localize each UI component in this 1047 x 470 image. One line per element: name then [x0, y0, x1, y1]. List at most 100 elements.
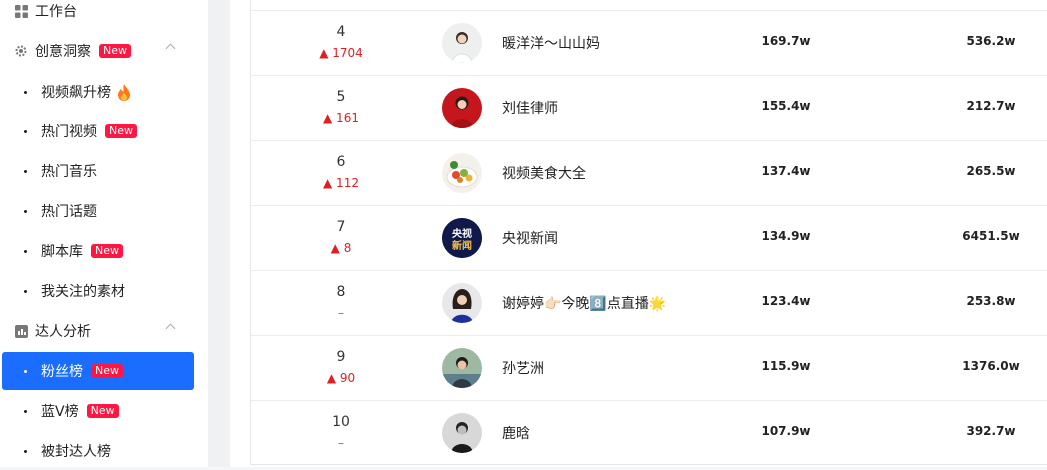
bullet	[24, 169, 27, 173]
influencer-name[interactable]: 央视新闻	[502, 228, 558, 248]
rank-number: 6	[336, 154, 346, 170]
avatar[interactable]	[442, 413, 482, 453]
fans-increase: 169.7w	[761, 34, 811, 48]
svg-text:央视: 央视	[452, 227, 472, 240]
fans-increase: 107.9w	[761, 424, 811, 438]
fans-total: 1376.0w	[962, 359, 1020, 373]
influencer-name[interactable]: 孙艺洲	[502, 358, 544, 378]
fans-total: 265.5w	[966, 164, 1016, 178]
rank-change: ▲ 90	[326, 371, 356, 385]
influencer-name[interactable]: 刘佳律师	[502, 98, 558, 118]
table-row[interactable]: 4 ▲ 1704 暖洋洋～山山妈 169.7w 536.2w	[251, 10, 1047, 75]
sidebar-item-hot-videos[interactable]: 热门视频 New	[0, 112, 208, 150]
sidebar: 工作台 创意洞察 New 视频飙升榜 热门视频 New 热门音乐 热门话题 脚本…	[0, 0, 208, 467]
fans-increase: 137.4w	[761, 164, 811, 178]
rank-number: 10	[332, 414, 350, 430]
table-row[interactable]: 5 ▲ 161 刘佳律师 155.4w 212.7w	[251, 75, 1047, 140]
bullet	[24, 289, 27, 293]
fans-increase: 115.9w	[761, 359, 811, 373]
rank-change: ▲ 8	[330, 241, 352, 255]
sidebar-item-followed-materials[interactable]: 我关注的素材	[0, 272, 208, 310]
sidebar-item-script-library[interactable]: 脚本库 New	[0, 232, 208, 270]
influencer-name[interactable]: 暖洋洋～山山妈	[502, 33, 600, 53]
influencer-name[interactable]: 谢婷婷👉🏻今晚8️⃣点直播🌟	[502, 293, 666, 313]
rank-number: 7	[336, 219, 346, 235]
sidebar-group-label: 达人分析	[35, 324, 91, 340]
grid-icon	[14, 4, 28, 18]
sidebar-item-label: 我关注的素材	[41, 284, 125, 300]
rank-change: ▲ 1704	[319, 46, 363, 60]
chevron-up-icon[interactable]	[165, 43, 176, 54]
sidebar-item-video-surge[interactable]: 视频飙升榜	[0, 73, 208, 111]
rank-change: –	[338, 436, 344, 450]
rank-number: 4	[336, 24, 346, 40]
fans-total: 392.7w	[966, 424, 1016, 438]
avatar[interactable]	[442, 23, 482, 63]
bullet	[24, 249, 27, 253]
sidebar-item-hot-topics[interactable]: 热门话题	[0, 192, 208, 230]
ranking-table: 4 ▲ 1704 暖洋洋～山山妈 169.7w 536.2w 5 ▲ 161 刘…	[250, 0, 1047, 465]
sidebar-item-label: 蓝V榜	[41, 404, 79, 420]
sidebar-item-label: 被封达人榜	[41, 444, 111, 460]
avatar[interactable]	[442, 88, 482, 128]
rank-change: ▲ 112	[323, 176, 359, 190]
gear-icon	[14, 44, 28, 58]
fire-icon	[117, 83, 131, 101]
avatar[interactable]	[442, 348, 482, 388]
rank-number: 9	[336, 349, 346, 365]
table-row[interactable]: 8 – 谢婷婷👉🏻今晚8️⃣点直播🌟 123.4w 253.8w	[251, 270, 1047, 335]
chart-box-icon	[14, 324, 28, 338]
fans-increase: 134.9w	[761, 229, 811, 243]
fans-total: 536.2w	[966, 34, 1016, 48]
sidebar-group-creative-insight[interactable]: 创意洞察 New	[0, 32, 208, 70]
rank-change: –	[338, 306, 344, 320]
new-badge: New	[86, 404, 119, 418]
table-row[interactable]: 6 ▲ 112 视频美食大全 137.4w 265.5w	[251, 140, 1047, 205]
rank-number: 5	[336, 89, 346, 105]
sidebar-item-hot-music[interactable]: 热门音乐	[0, 152, 208, 190]
new-badge: New	[91, 364, 123, 378]
fans-total: 6451.5w	[962, 229, 1020, 243]
sidebar-item-label: 脚本库	[41, 244, 83, 260]
rank-change: ▲ 161	[323, 111, 359, 125]
new-badge: New	[99, 44, 131, 58]
sidebar-item-label: 热门视频	[41, 124, 97, 140]
avatar[interactable]	[442, 283, 482, 323]
fans-total: 253.8w	[966, 294, 1016, 308]
svg-text:新闻: 新闻	[452, 239, 472, 252]
rank-number: 8	[336, 284, 346, 300]
table-row[interactable]: 10 – 鹿晗 107.9w 392.7w	[251, 400, 1047, 465]
sidebar-item-label: 热门话题	[41, 204, 97, 220]
sidebar-item-label: 粉丝榜	[41, 364, 83, 380]
sidebar-item-workbench[interactable]: 工作台	[0, 0, 208, 30]
ranking-panel: 4 ▲ 1704 暖洋洋～山山妈 169.7w 536.2w 5 ▲ 161 刘…	[230, 0, 1047, 467]
cctv-news-logo: 央视 新闻	[442, 218, 482, 258]
avatar[interactable]	[442, 153, 482, 193]
bullet	[24, 129, 27, 133]
influencer-name[interactable]: 视频美食大全	[502, 163, 586, 183]
table-row[interactable]: 9 ▲ 90 孙艺洲 115.9w 1376.0w	[251, 335, 1047, 400]
fans-increase: 123.4w	[761, 294, 811, 308]
sidebar-item-label: 工作台	[35, 4, 77, 20]
sidebar-item-label: 热门音乐	[41, 164, 97, 180]
bullet	[24, 369, 27, 373]
new-badge: New	[91, 244, 123, 258]
sidebar-item-bluev-ranking[interactable]: 蓝V榜 New	[0, 392, 208, 430]
sidebar-item-label: 视频飙升榜	[41, 85, 111, 101]
new-badge: New	[105, 124, 137, 138]
bullet	[24, 449, 27, 453]
influencer-name[interactable]: 鹿晗	[502, 423, 530, 443]
bullet	[24, 409, 27, 413]
sidebar-group-influencer-analysis[interactable]: 达人分析	[0, 312, 208, 350]
content-gutter	[208, 0, 230, 467]
bullet	[24, 209, 27, 213]
bullet	[24, 90, 27, 94]
fans-total: 212.7w	[966, 99, 1016, 113]
sidebar-group-label: 创意洞察	[35, 44, 91, 60]
chevron-up-icon[interactable]	[165, 323, 176, 334]
avatar[interactable]: 央视 新闻	[442, 218, 482, 258]
sidebar-item-fans-ranking[interactable]: 粉丝榜 New	[2, 352, 194, 390]
table-row[interactable]: 7 ▲ 8 央视 新闻 央视新闻 134.9w 6451.5w	[251, 205, 1047, 270]
fans-increase: 155.4w	[761, 99, 811, 113]
sidebar-item-banned-ranking[interactable]: 被封达人榜	[0, 432, 208, 470]
